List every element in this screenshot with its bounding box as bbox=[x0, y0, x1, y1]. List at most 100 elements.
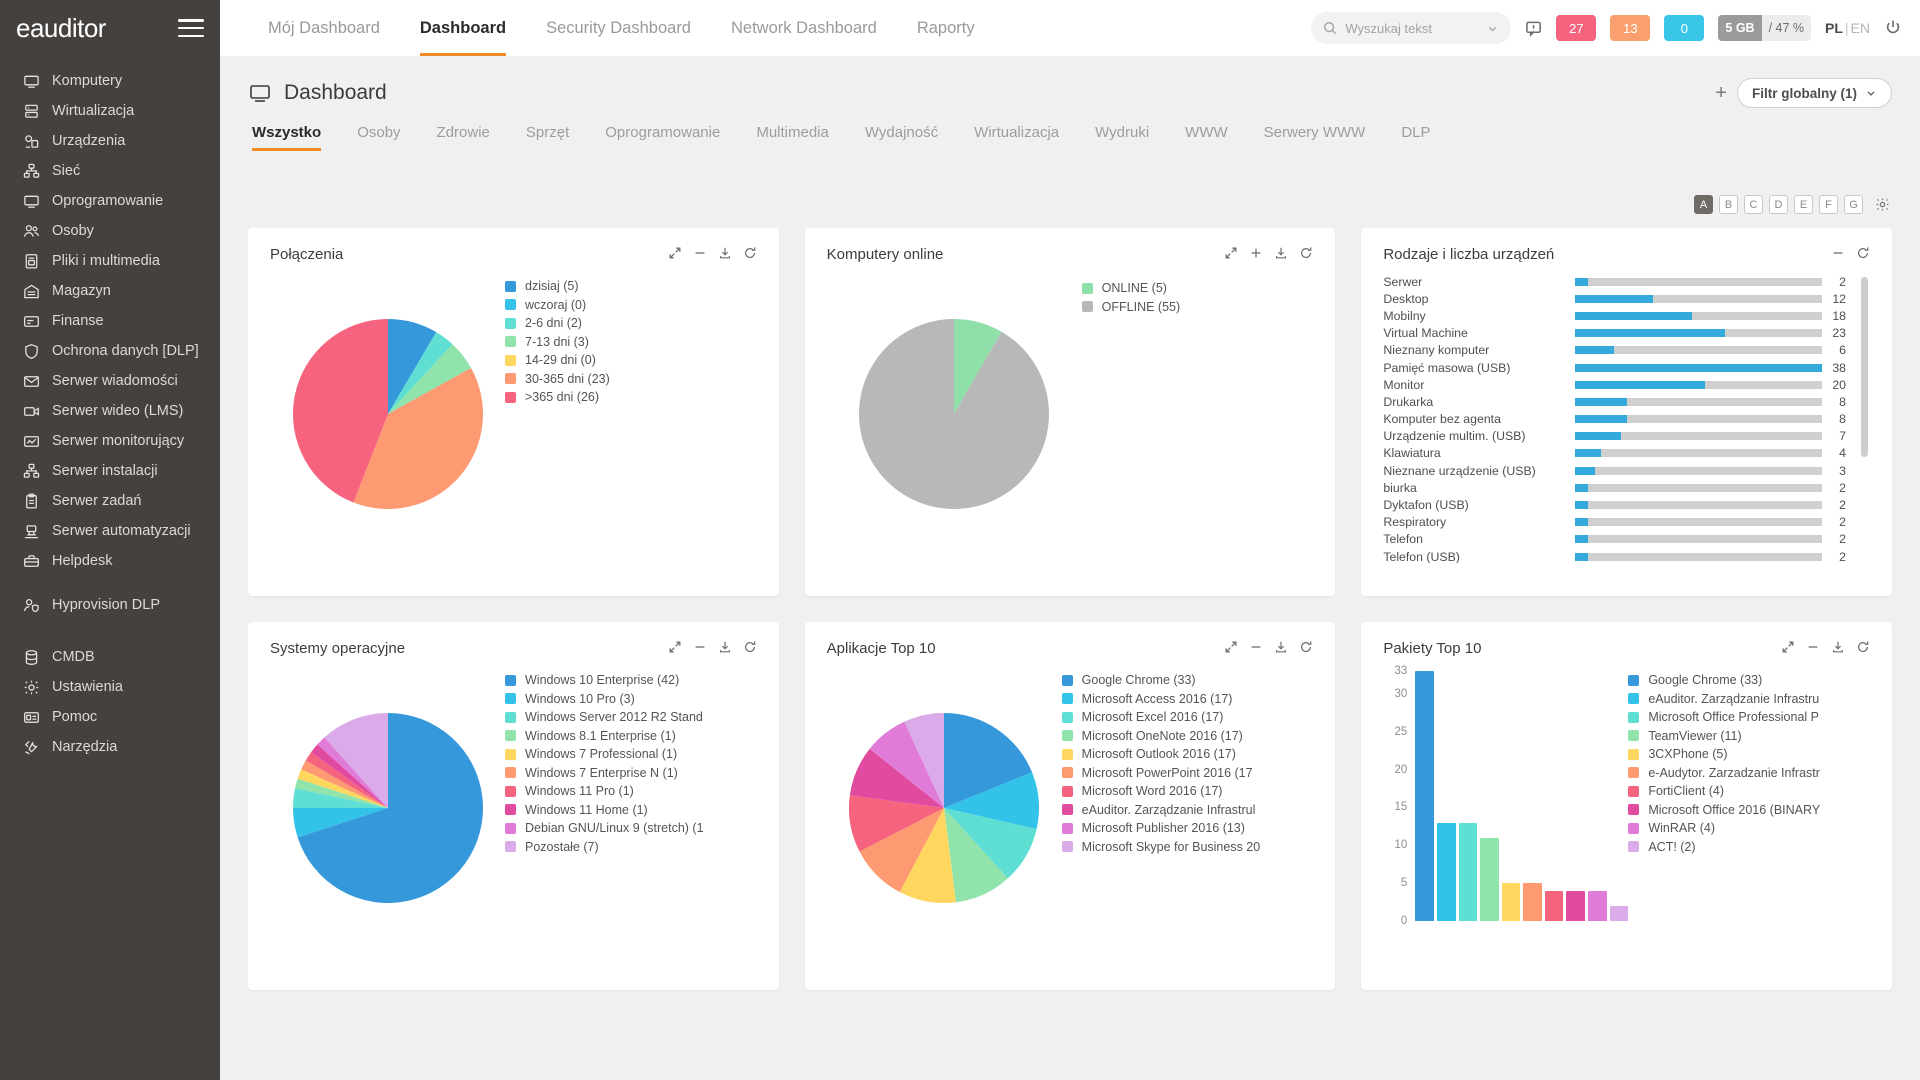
legend-item[interactable]: 30-365 dni (23) bbox=[505, 372, 757, 386]
legend-item[interactable]: Pozostałe (7) bbox=[505, 840, 757, 854]
bar[interactable] bbox=[1588, 890, 1607, 921]
legend-item[interactable]: Google Chrome (33) bbox=[1061, 673, 1314, 687]
bar[interactable] bbox=[1566, 890, 1586, 921]
subtab-dlp[interactable]: DLP bbox=[1383, 124, 1448, 151]
badge-critical[interactable]: 27 bbox=[1556, 15, 1597, 41]
legend-item[interactable]: 2-6 dni (2) bbox=[505, 316, 757, 330]
global-filter-button[interactable]: Filtr globalny (1) bbox=[1736, 78, 1892, 108]
expand-icon[interactable] bbox=[1781, 640, 1795, 654]
sidebar-item-hyprovision-dlp[interactable]: Hyprovision DLP bbox=[0, 590, 220, 620]
legend-item[interactable]: 14-29 dni (0) bbox=[505, 353, 757, 367]
layout-letter-f[interactable]: F bbox=[1819, 195, 1838, 214]
device-row[interactable]: Urządzenie multim. (USB) 7 bbox=[1383, 428, 1852, 445]
refresh-icon[interactable] bbox=[1299, 246, 1313, 260]
tab-security-dashboard[interactable]: Security Dashboard bbox=[526, 0, 711, 56]
subtab-wszystko[interactable]: Wszystko bbox=[248, 124, 339, 151]
bar[interactable] bbox=[1523, 883, 1542, 921]
chevron-down-icon[interactable] bbox=[1486, 22, 1499, 35]
legend-item[interactable]: Windows Server 2012 R2 Stand bbox=[505, 710, 757, 724]
legend-item[interactable]: e-Audytor. Zarzadzanie Infrastr bbox=[1628, 766, 1870, 780]
app-logo[interactable]: eauditor bbox=[16, 13, 106, 44]
legend-item[interactable]: Microsoft PowerPoint 2016 (17 bbox=[1061, 766, 1314, 780]
device-row[interactable]: Telefon 2 bbox=[1383, 531, 1852, 548]
badge-warning[interactable]: 13 bbox=[1610, 15, 1651, 41]
sidebar-item-oprogramowanie[interactable]: Oprogramowanie bbox=[0, 186, 220, 216]
lang-pl[interactable]: PL bbox=[1825, 20, 1843, 36]
legend-item[interactable]: 7-13 dni (3) bbox=[505, 335, 757, 349]
refresh-icon[interactable] bbox=[1299, 640, 1313, 654]
device-row[interactable]: Desktop 12 bbox=[1383, 290, 1852, 307]
layout-letter-b[interactable]: B bbox=[1719, 195, 1738, 214]
sidebar-item-finanse[interactable]: Finanse bbox=[0, 306, 220, 336]
bar[interactable] bbox=[1458, 822, 1478, 921]
legend-item[interactable]: TeamViewer (11) bbox=[1628, 729, 1870, 743]
sidebar-item-wirtualizacja[interactable]: Wirtualizacja bbox=[0, 96, 220, 126]
legend-item[interactable]: Windows 8.1 Enterprise (1) bbox=[505, 729, 757, 743]
legend-item[interactable]: >365 dni (26) bbox=[505, 390, 757, 404]
legend-item[interactable]: OFFLINE (55) bbox=[1081, 300, 1314, 314]
legend-item[interactable]: FortiClient (4) bbox=[1628, 784, 1870, 798]
gear-icon[interactable] bbox=[1875, 197, 1890, 212]
device-row[interactable]: Nieznane urządzenie (USB) 3 bbox=[1383, 462, 1852, 479]
subtab-wydruki[interactable]: Wydruki bbox=[1077, 124, 1167, 151]
pie-chart[interactable] bbox=[270, 663, 505, 953]
add-icon[interactable] bbox=[1249, 246, 1263, 260]
legend-item[interactable]: Windows 7 Professional (1) bbox=[505, 747, 757, 761]
expand-icon[interactable] bbox=[668, 246, 682, 260]
minimize-icon[interactable] bbox=[1806, 640, 1820, 654]
legend-item[interactable]: Microsoft Publisher 2016 (13) bbox=[1061, 821, 1314, 835]
sidebar-item-sie[interactable]: Sieć bbox=[0, 156, 220, 186]
pie-chart[interactable] bbox=[827, 269, 1082, 559]
legend-item[interactable]: Windows 7 Enterprise N (1) bbox=[505, 766, 757, 780]
add-widget-button[interactable]: + bbox=[1715, 83, 1727, 103]
refresh-icon[interactable] bbox=[743, 640, 757, 654]
subtab-wydajno-[interactable]: Wydajność bbox=[847, 124, 956, 151]
search-input[interactable]: Wyszukaj tekst bbox=[1311, 12, 1512, 44]
device-row[interactable]: Telefon (USB) 2 bbox=[1383, 548, 1852, 563]
expand-icon[interactable] bbox=[668, 640, 682, 654]
download-icon[interactable] bbox=[718, 246, 732, 260]
download-icon[interactable] bbox=[1831, 640, 1845, 654]
device-row[interactable]: Klawiatura 4 bbox=[1383, 445, 1852, 462]
legend-item[interactable]: Windows 11 Home (1) bbox=[505, 803, 757, 817]
legend-item[interactable]: Microsoft Office 2016 (BINARY bbox=[1628, 803, 1870, 817]
legend-item[interactable]: eAuditor. Zarządzanie Infrastrul bbox=[1061, 803, 1314, 817]
device-row[interactable]: Komputer bez agenta 8 bbox=[1383, 411, 1852, 428]
subtab-wirtualizacja[interactable]: Wirtualizacja bbox=[956, 124, 1077, 151]
sidebar-item-serwer-automatyzacji[interactable]: Serwer automatyzacji bbox=[0, 516, 220, 546]
legend-item[interactable]: Microsoft Skype for Business 20 bbox=[1061, 840, 1314, 854]
subtab-osoby[interactable]: Osoby bbox=[339, 124, 418, 151]
tab-network-dashboard[interactable]: Network Dashboard bbox=[711, 0, 897, 56]
legend-item[interactable]: Microsoft Excel 2016 (17) bbox=[1061, 710, 1314, 724]
legend-item[interactable]: Google Chrome (33) bbox=[1628, 673, 1870, 687]
refresh-icon[interactable] bbox=[1856, 640, 1870, 654]
legend-item[interactable]: dzisiaj (5) bbox=[505, 279, 757, 293]
device-row[interactable]: Mobilny 18 bbox=[1383, 307, 1852, 324]
legend-item[interactable]: 3CXPhone (5) bbox=[1628, 747, 1870, 761]
tab-raporty[interactable]: Raporty bbox=[897, 0, 995, 56]
sidebar-item-narz-dzia[interactable]: Narzędzia bbox=[0, 732, 220, 762]
legend-item[interactable]: Microsoft Access 2016 (17) bbox=[1061, 692, 1314, 706]
layout-letter-e[interactable]: E bbox=[1794, 195, 1813, 214]
legend-item[interactable]: ACT! (2) bbox=[1628, 840, 1870, 854]
sidebar-item-ustawienia[interactable]: Ustawienia bbox=[0, 672, 220, 702]
sidebar-item-cmdb[interactable]: CMDB bbox=[0, 642, 220, 672]
subtab-oprogramowanie[interactable]: Oprogramowanie bbox=[587, 124, 738, 151]
announcement-icon[interactable] bbox=[1525, 20, 1542, 37]
scrollbar-thumb[interactable] bbox=[1861, 277, 1868, 457]
minimize-icon[interactable] bbox=[693, 246, 707, 260]
language-switcher[interactable]: PL | EN bbox=[1825, 20, 1870, 36]
device-row[interactable]: Dyktafon (USB) 2 bbox=[1383, 496, 1852, 513]
sidebar-item-pliki-i-multimedia[interactable]: Pliki i multimedia bbox=[0, 246, 220, 276]
subtab-zdrowie[interactable]: Zdrowie bbox=[419, 124, 508, 151]
subtab-serwery-www[interactable]: Serwery WWW bbox=[1246, 124, 1384, 151]
subtab-sprz-t[interactable]: Sprzęt bbox=[508, 124, 587, 151]
tab-m-j-dashboard[interactable]: Mój Dashboard bbox=[248, 0, 400, 56]
bar[interactable] bbox=[1480, 837, 1499, 921]
device-row[interactable]: Nieznany komputer 6 bbox=[1383, 342, 1852, 359]
sidebar-item-komputery[interactable]: Komputery bbox=[0, 66, 220, 96]
legend-item[interactable]: Windows 11 Pro (1) bbox=[505, 784, 757, 798]
minimize-icon[interactable] bbox=[1249, 640, 1263, 654]
minimize-icon[interactable] bbox=[1831, 246, 1845, 260]
device-row[interactable]: Virtual Machine 23 bbox=[1383, 325, 1852, 342]
